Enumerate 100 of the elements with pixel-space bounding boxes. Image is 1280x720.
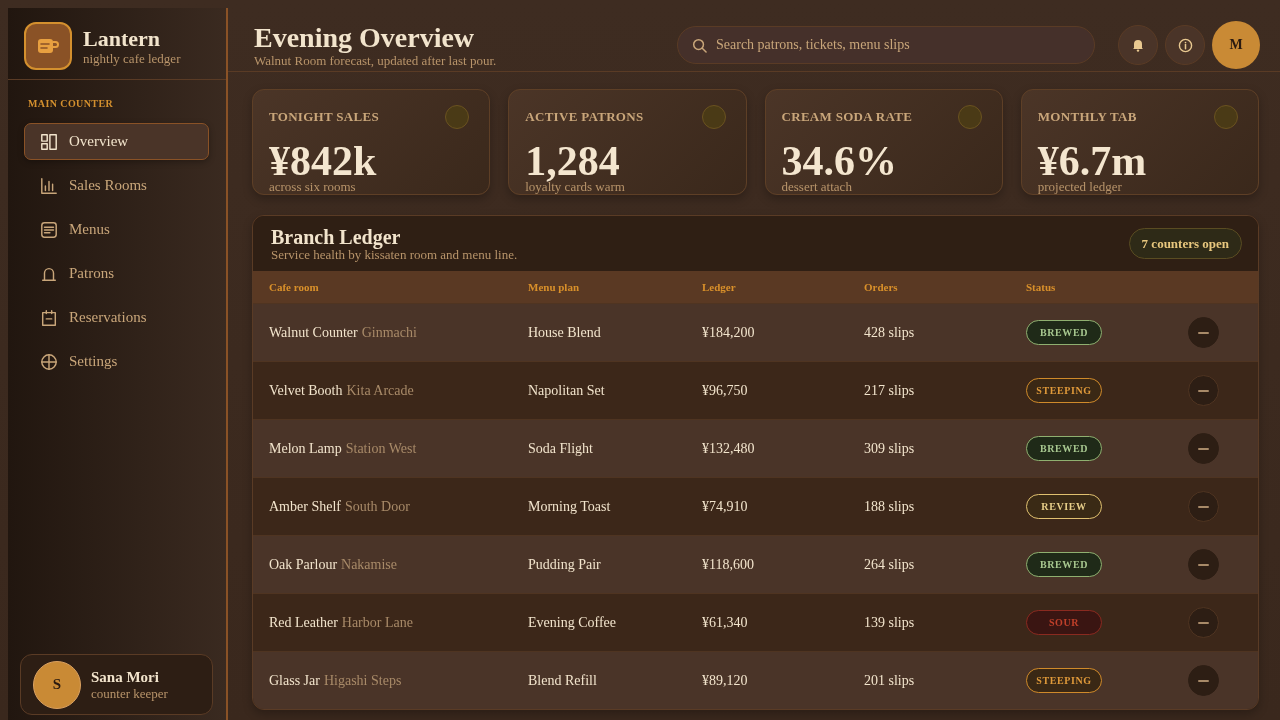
menu-plan-text: Blend Refill: [528, 672, 597, 689]
brand-name: Lantern: [83, 26, 161, 51]
page-title: Evening Overview: [254, 22, 476, 53]
page-subtitle: Walnut Room forecast, updated after last pour.: [254, 52, 498, 68]
notifications-button[interactable]: [1118, 25, 1158, 65]
status-badge: BREWED: [1026, 552, 1102, 577]
minus-icon: [1198, 621, 1209, 624]
search-icon: [692, 38, 707, 53]
orders-count: 201 slips: [864, 672, 915, 689]
status-badge: STEEPING: [1026, 668, 1102, 693]
column-header: Status: [1026, 281, 1056, 293]
row-action-button[interactable]: [1188, 491, 1219, 522]
circle-icon: [957, 105, 982, 129]
column-header: Menu plan: [528, 281, 580, 293]
room-area: Harbor Lane: [341, 614, 413, 631]
minus-icon: [1198, 331, 1209, 334]
info-icon: [1177, 37, 1193, 53]
room-area: Ginmachi: [361, 324, 417, 341]
ledger-amount: ¥184,200: [702, 324, 755, 341]
section-label: MAIN COUNTER: [27, 97, 115, 110]
menu-plan-text: Soda Flight: [528, 440, 593, 457]
nav-item[interactable]: Settings: [24, 343, 209, 380]
dashboard-icon: [40, 132, 58, 151]
menu-plan-text: House Blend: [528, 324, 601, 341]
minus-icon: [1198, 563, 1209, 566]
stat-label: ACTIVE PATRONS: [525, 109, 644, 125]
nav-item[interactable]: Overview: [24, 123, 209, 160]
user-name: Sana Mori: [91, 667, 160, 686]
ledger-amount: ¥89,120: [702, 672, 748, 689]
room-name: Walnut Counter: [269, 324, 358, 341]
minus-icon: [1198, 505, 1209, 508]
room-name: Amber Shelf: [269, 498, 341, 515]
minus-icon: [1198, 679, 1209, 682]
room-name: Melon Lamp: [269, 440, 342, 457]
room-name: Red Leather: [269, 614, 338, 631]
ledger-amount: ¥74,910: [702, 498, 748, 515]
nav-item[interactable]: Menus: [24, 211, 209, 248]
row-action-button[interactable]: [1188, 607, 1219, 638]
search-field[interactable]: Search patrons, tickets, menu slips: [677, 26, 1095, 64]
user-avatar: S: [33, 660, 81, 709]
room-area: South Door: [344, 498, 410, 515]
bar-chart-icon: [40, 176, 58, 195]
panel-subtitle: Service health by kissaten room and menu line.: [271, 247, 518, 262]
brand-tagline: nightly cafe ledger: [83, 50, 181, 66]
orders-count: 217 slips: [864, 382, 915, 399]
room-name: Velvet Booth: [269, 382, 343, 399]
bell-icon: [1132, 38, 1144, 52]
room-area: Nakamise: [341, 556, 398, 573]
row-action-button[interactable]: [1188, 549, 1219, 580]
nav-item[interactable]: Reservations: [24, 299, 209, 336]
column-header: Cafe room: [269, 281, 319, 293]
stat-label: TONIGHT SALES: [269, 109, 379, 125]
circle-icon: [445, 105, 470, 129]
user-avatar[interactable]: M: [1212, 21, 1260, 69]
ledger-amount: ¥96,750: [702, 382, 748, 399]
stat-label: CREAM SODA RATE: [781, 109, 913, 125]
orders-count: 139 slips: [864, 614, 915, 631]
list-icon: [40, 220, 58, 239]
circle-icon: [1214, 105, 1238, 129]
orders-count: 264 slips: [864, 556, 915, 573]
ledger-amount: ¥132,480: [702, 440, 755, 457]
nav-item[interactable]: Sales Rooms: [24, 167, 209, 204]
room-area: Station West: [345, 440, 417, 457]
room-name: Oak Parlour: [269, 556, 338, 573]
menu-plan-text: Napolitan Set: [528, 382, 605, 399]
orders-count: 428 slips: [864, 324, 915, 341]
room-area: Kita Arcade: [346, 382, 414, 399]
row-action-button[interactable]: [1188, 375, 1219, 406]
column-header: Orders: [864, 281, 898, 293]
ledger-amount: ¥118,600: [702, 556, 754, 573]
status-badge: BREWED: [1026, 320, 1102, 345]
menu-plan-text: Pudding Pair: [528, 556, 601, 573]
room-area: Higashi Steps: [323, 672, 402, 689]
status-badge: BREWED: [1026, 436, 1102, 461]
stat-label: MONTHLY TAB: [1037, 109, 1137, 125]
menu-plan-text: Evening Coffee: [528, 614, 616, 631]
circle-cross-icon: [40, 352, 58, 371]
circle-icon: [701, 105, 726, 129]
ledger-amount: ¥61,340: [702, 614, 748, 631]
minus-icon: [1198, 447, 1209, 450]
cup-logo-icon: [24, 22, 72, 70]
info-button[interactable]: [1165, 25, 1205, 65]
orders-count: 309 slips: [864, 440, 915, 457]
row-action-button[interactable]: [1188, 665, 1219, 696]
menu-plan-text: Morning Toast: [528, 498, 611, 515]
minus-icon: [1198, 389, 1209, 392]
nav-item[interactable]: Patrons: [24, 255, 209, 292]
calendar-icon: [40, 308, 58, 327]
row-action-button[interactable]: [1188, 317, 1219, 348]
user-role: counter keeper: [91, 685, 168, 702]
room-name: Glass Jar: [269, 672, 320, 689]
status-badge: SOUR: [1026, 610, 1102, 635]
panel-title: Branch Ledger: [271, 225, 401, 248]
count-badge: 7 counters open: [1128, 228, 1242, 259]
stat-value: 1,284: [525, 139, 621, 183]
column-header: Ledger: [702, 281, 736, 293]
row-action-button[interactable]: [1188, 433, 1219, 464]
status-badge: STEEPING: [1026, 378, 1102, 403]
status-badge: REVIEW: [1026, 494, 1102, 519]
orders-count: 188 slips: [864, 498, 915, 515]
